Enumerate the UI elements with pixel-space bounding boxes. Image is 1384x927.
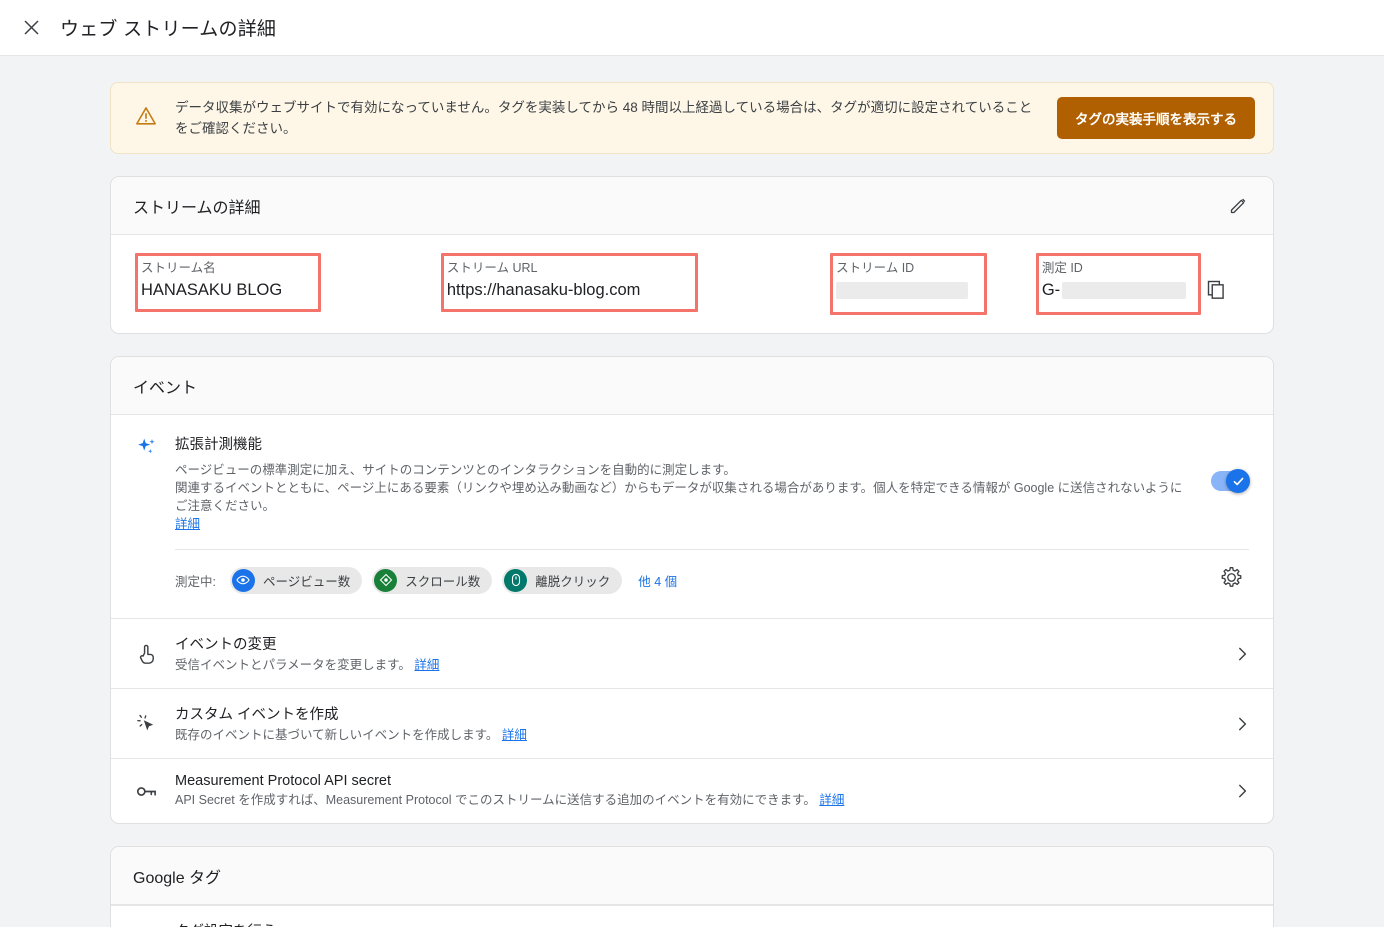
- field-stream-id: ストリーム ID: [830, 253, 1036, 315]
- row-subtitle: 既存のイベントに基づいて新しいイベントを作成します。 詳細: [175, 727, 1233, 744]
- warning-message: データ収集がウェブサイトで有効になっていません。タグを実装してから 48 時間以…: [175, 100, 1033, 136]
- pencil-icon[interactable]: [1225, 193, 1251, 219]
- row-sub-text: 既存のイベントに基づいて新しいイベントを作成します。: [175, 728, 499, 742]
- row-configure-tag-settings[interactable]: タグ設定を行う クロスドメイン リンクや内部トラフィックなどの Google タ…: [111, 905, 1273, 927]
- top-bar: ウェブ ストリームの詳細: [0, 0, 1384, 56]
- sparkle-icon: [135, 433, 175, 464]
- field-label: ストリーム名: [141, 261, 216, 275]
- field-value: https://hanasaku-blog.com: [446, 281, 641, 299]
- chips-more-link[interactable]: 他 4 個: [638, 571, 677, 590]
- field-label: 測定 ID: [1041, 261, 1083, 275]
- stream-details-title: ストリームの詳細: [133, 199, 261, 217]
- page-title: ウェブ ストリームの詳細: [60, 19, 277, 40]
- field-value-redacted: G-: [1041, 281, 1187, 300]
- toggle-knob: [1226, 469, 1250, 493]
- enhanced-measurement-toggle[interactable]: [1211, 469, 1250, 493]
- page-content: データ収集がウェブサイトで有効になっていません。タグを実装してから 48 時間以…: [0, 56, 1384, 927]
- field-stream-name: ストリーム名 HANASAKU BLOG: [135, 253, 441, 312]
- copy-icon[interactable]: [1206, 279, 1226, 304]
- field-value: HANASAKU BLOG: [141, 281, 283, 299]
- row-sub-text: API Secret を作成すれば、Measurement Protocol で…: [175, 793, 816, 807]
- close-icon[interactable]: [18, 15, 44, 41]
- row-modify-events[interactable]: イベントの変更 受信イベントとパラメータを変更します。 詳細: [111, 618, 1273, 688]
- cursor-click-icon: [135, 712, 175, 735]
- measuring-chips-row: 測定中: ページビュー数 スクロール数 離脱クリック 他 4 個: [135, 550, 1249, 608]
- gear-icon[interactable]: [1220, 566, 1243, 594]
- redacted-value: [1062, 282, 1187, 300]
- events-card: イベント 拡張計測機能 ページビューの標準測定に加え、サイトのコンテンツとのイン…: [110, 356, 1274, 824]
- enhanced-desc-line2: 関連するイベントとともに、ページ上にある要素（リンクや埋め込み動画など）からもデ…: [175, 481, 1183, 513]
- data-collection-warning-banner: データ収集がウェブサイトで有効になっていません。タグを実装してから 48 時間以…: [110, 82, 1274, 154]
- row-sub-text: 受信イベントとパラメータを変更します。: [175, 658, 411, 672]
- chevron-right-icon[interactable]: [1233, 782, 1251, 800]
- measurement-id-prefix: G-: [1041, 281, 1061, 299]
- google-tag-title: Google タグ: [133, 869, 222, 887]
- field-label: ストリーム ID: [836, 261, 915, 275]
- show-tag-instructions-button[interactable]: タグの実装手順を表示する: [1057, 97, 1255, 139]
- chip-label: 離脱クリック: [535, 574, 611, 589]
- row-title: イベントの変更: [175, 637, 277, 653]
- measuring-label: 測定中:: [175, 574, 216, 589]
- key-icon: [135, 780, 175, 803]
- chip-outbound-clicks[interactable]: 離脱クリック: [502, 566, 623, 594]
- row-title: カスタム イベントを作成: [175, 707, 339, 723]
- chip-label: スクロール数: [405, 574, 481, 589]
- events-header: イベント: [111, 357, 1273, 415]
- warning-triangle-icon: [135, 105, 157, 132]
- enhanced-measurement-description: ページビューの標準測定に加え、サイトのコンテンツとのインタラクションを自動的に測…: [175, 461, 1193, 533]
- scroll-icon: [374, 568, 398, 592]
- chip-page-views[interactable]: ページビュー数: [229, 566, 363, 594]
- redacted-value: [836, 282, 969, 300]
- chip-label: ページビュー数: [262, 574, 351, 589]
- enhanced-desc-line1: ページビューの標準測定に加え、サイトのコンテンツとのインタラクションを自動的に測…: [175, 463, 736, 477]
- field-label: ストリーム URL: [446, 261, 538, 275]
- field-stream-url: ストリーム URL https://hanasaku-blog.com: [440, 253, 830, 312]
- row-subtitle: API Secret を作成すれば、Measurement Protocol で…: [175, 792, 1233, 809]
- stream-details-fields: ストリーム名 HANASAKU BLOG ストリーム URL https://h…: [111, 235, 1273, 333]
- row-detail-link[interactable]: 詳細: [502, 728, 527, 742]
- row-create-custom-event[interactable]: カスタム イベントを作成 既存のイベントに基づいて新しいイベントを作成します。 …: [111, 688, 1273, 758]
- chip-scrolls[interactable]: スクロール数: [372, 566, 493, 594]
- google-tag-header: Google タグ: [111, 847, 1273, 905]
- row-title: Measurement Protocol API secret: [175, 773, 391, 789]
- stream-details-card: ストリームの詳細 ストリーム名 HANASAKU BLOG ストリーム URL: [110, 176, 1274, 334]
- field-value-redacted: [836, 281, 1030, 300]
- row-measurement-protocol-api-secret[interactable]: Measurement Protocol API secret API Secr…: [111, 758, 1273, 823]
- row-detail-link[interactable]: 詳細: [819, 793, 844, 807]
- row-title: タグ設定を行う: [175, 920, 1233, 927]
- row-subtitle: 受信イベントとパラメータを変更します。 詳細: [175, 657, 1233, 674]
- row-detail-link[interactable]: 詳細: [414, 658, 439, 672]
- eye-icon: [231, 568, 255, 592]
- events-title: イベント: [133, 379, 198, 397]
- chevron-right-icon[interactable]: [1233, 645, 1251, 663]
- touch-icon: [135, 642, 175, 665]
- enhanced-detail-link[interactable]: 詳細: [175, 517, 200, 531]
- google-tag-card: Google タグ タグ設定を行う クロスドメイン リンクや内部トラフィックなど…: [110, 846, 1274, 927]
- field-measurement-id: 測定 ID G-: [1035, 253, 1249, 315]
- mouse-icon: [504, 568, 528, 592]
- enhanced-measurement-title: 拡張計測機能: [175, 437, 262, 453]
- chevron-right-icon[interactable]: [1233, 715, 1251, 733]
- enhanced-measurement-block: 拡張計測機能 ページビューの標準測定に加え、サイトのコンテンツとのインタラクショ…: [111, 415, 1273, 618]
- stream-details-header: ストリームの詳細: [111, 177, 1273, 235]
